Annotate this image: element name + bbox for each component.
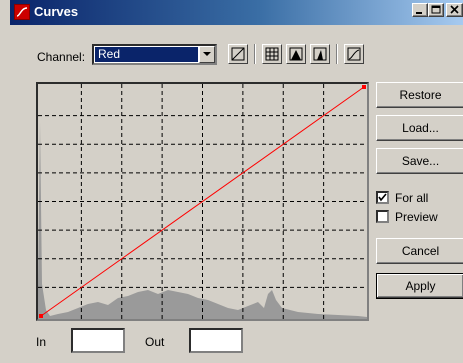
preview-box[interactable] [376, 210, 389, 223]
curves-app-icon [14, 4, 30, 20]
channel-dropdown-button[interactable] [199, 46, 215, 63]
cancel-button[interactable]: Cancel [376, 238, 463, 264]
curves-window: Curves Channel: Red Restore Load... Save… [0, 0, 463, 363]
channel-selected-value: Red [95, 47, 198, 62]
for-all-checkbox[interactable]: For all [376, 190, 463, 206]
dark-tone-icon [289, 47, 303, 61]
checkmark-icon [378, 193, 387, 202]
close-icon [450, 5, 459, 14]
for-all-label: For all [395, 191, 429, 205]
minimize-button[interactable] [412, 3, 428, 17]
light-tone-button[interactable] [310, 44, 330, 64]
restore-button[interactable]: Restore [376, 82, 463, 108]
smooth-curve-icon [347, 47, 361, 61]
preview-label: Preview [395, 210, 438, 224]
curve-graph[interactable] [36, 82, 369, 321]
grid-icon [265, 47, 279, 61]
for-all-box[interactable] [376, 191, 389, 204]
curve-control-point[interactable] [362, 85, 366, 89]
maximize-icon [431, 5, 441, 14]
dark-tone-button[interactable] [286, 44, 306, 64]
grid-button[interactable] [262, 44, 282, 64]
toolbar-separator [336, 44, 338, 64]
save-button[interactable]: Save... [376, 148, 463, 174]
light-tone-icon [313, 47, 327, 61]
curve-mode-icon [231, 47, 245, 61]
window-title: Curves [34, 4, 79, 19]
out-label: Out [145, 335, 165, 349]
maximize-button[interactable] [428, 3, 444, 17]
preview-checkbox[interactable]: Preview [376, 209, 463, 225]
curve-control-point[interactable] [39, 314, 43, 318]
chevron-down-icon [203, 52, 211, 56]
in-field[interactable] [71, 328, 125, 353]
toolbar-separator [254, 44, 256, 64]
smooth-curve-button[interactable] [344, 44, 364, 64]
channel-select[interactable]: Red [92, 44, 217, 65]
minimize-icon [416, 12, 422, 14]
load-button[interactable]: Load... [376, 115, 463, 141]
curve-mode-button[interactable] [228, 44, 248, 64]
in-label: In [36, 335, 47, 349]
title-bar[interactable]: Curves [10, 0, 463, 25]
channel-label: Channel: [37, 50, 86, 64]
out-field[interactable] [189, 328, 243, 353]
apply-button[interactable]: Apply [376, 273, 463, 299]
curve-canvas[interactable] [38, 84, 367, 319]
close-button[interactable] [446, 3, 463, 17]
